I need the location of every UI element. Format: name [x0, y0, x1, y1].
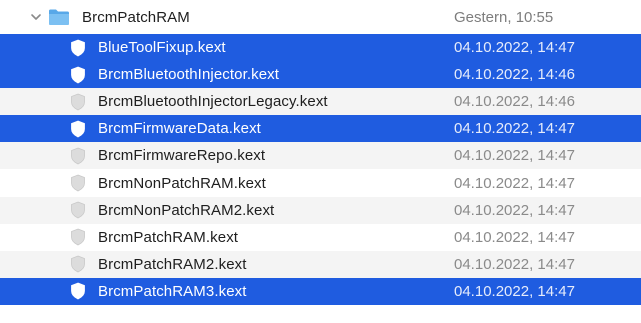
list-item[interactable]: BrcmPatchRAM3.kext 04.10.2022, 14:47 — [0, 277, 641, 305]
list-item[interactable]: BrcmFirmwareData.kext 04.10.2022, 14:47 — [0, 115, 641, 143]
folder-date: Gestern, 10:55 — [454, 8, 554, 26]
kext-bundle-icon — [71, 120, 85, 138]
list-item[interactable]: BrcmPatchRAM2.kext 04.10.2022, 14:47 — [0, 250, 641, 278]
item-name: BrcmPatchRAM3.kext — [98, 282, 247, 300]
list-item[interactable]: BrcmFirmwareRepo.kext 04.10.2022, 14:47 — [0, 142, 641, 170]
kext-bundle-icon — [71, 66, 85, 84]
item-date: 04.10.2022, 14:47 — [454, 174, 575, 192]
kext-bundle-icon — [71, 255, 85, 273]
list-item[interactable]: BrcmBluetoothInjector.kext 04.10.2022, 14… — [0, 61, 641, 89]
list-item[interactable]: BrcmNonPatchRAM.kext 04.10.2022, 14:47 — [0, 169, 641, 197]
item-date: 04.10.2022, 14:47 — [454, 255, 575, 273]
kext-bundle-icon — [71, 201, 85, 219]
item-name: BrcmBluetoothInjectorLegacy.kext — [98, 93, 328, 111]
file-list: BrcmPatchRAM Gestern, 10:55 BlueToolFixu… — [0, 0, 641, 323]
item-date: 04.10.2022, 14:47 — [454, 120, 575, 138]
item-name: BlueToolFixup.kext — [98, 39, 226, 56]
list-item[interactable]: BlueToolFixup.kext 04.10.2022, 14:47 — [0, 34, 641, 61]
item-name: BrcmNonPatchRAM2.kext — [98, 201, 275, 219]
item-date: 04.10.2022, 14:47 — [454, 228, 575, 246]
list-item[interactable]: BrcmNonPatchRAM2.kext 04.10.2022, 14:47 — [0, 196, 641, 224]
item-name: BrcmFirmwareData.kext — [98, 120, 261, 138]
kext-bundle-icon — [71, 147, 85, 165]
list-item[interactable]: BrcmBluetoothInjectorLegacy.kext 04.10.20… — [0, 88, 641, 116]
item-date: 04.10.2022, 14:47 — [454, 39, 575, 56]
folder-icon — [49, 9, 69, 25]
item-name: BrcmPatchRAM2.kext — [98, 255, 247, 273]
list-item[interactable]: BrcmPatchRAM.kext 04.10.2022, 14:47 — [0, 223, 641, 251]
item-name: BrcmFirmwareRepo.kext — [98, 147, 266, 165]
kext-bundle-icon — [71, 93, 85, 111]
item-name: BrcmNonPatchRAM.kext — [98, 174, 266, 192]
item-date: 04.10.2022, 14:47 — [454, 282, 575, 300]
item-date: 04.10.2022, 14:46 — [454, 93, 575, 111]
kext-bundle-icon — [71, 174, 85, 192]
kext-bundle-icon — [71, 282, 85, 300]
folder-row[interactable]: BrcmPatchRAM Gestern, 10:55 — [0, 4, 641, 30]
item-name: BrcmPatchRAM.kext — [98, 228, 239, 246]
folder-name: BrcmPatchRAM — [82, 8, 190, 26]
chevron-down-icon[interactable] — [30, 11, 42, 23]
item-date: 04.10.2022, 14:47 — [454, 201, 575, 219]
kext-bundle-icon — [71, 39, 85, 56]
item-date: 04.10.2022, 14:46 — [454, 66, 575, 84]
kext-bundle-icon — [71, 228, 85, 246]
item-date: 04.10.2022, 14:47 — [454, 147, 575, 165]
item-name: BrcmBluetoothInjector.kext — [98, 66, 280, 84]
